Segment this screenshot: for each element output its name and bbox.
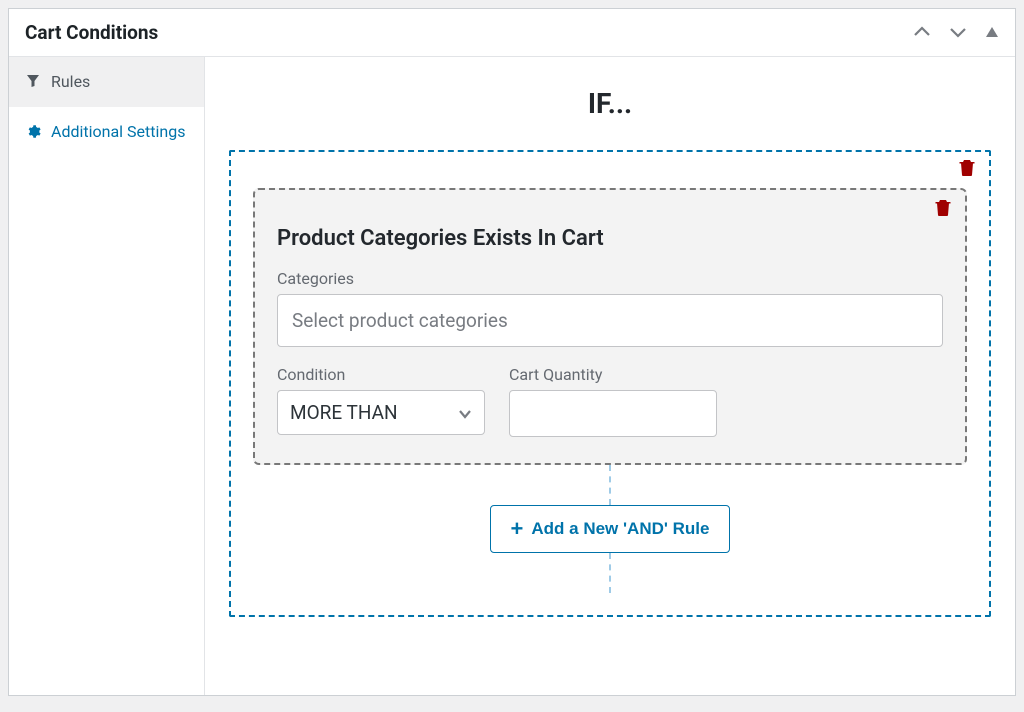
categories-select[interactable]: Select product categories <box>277 294 943 347</box>
plus-icon: + <box>511 518 524 540</box>
condition-label: Condition <box>277 365 485 384</box>
condition-select[interactable]: MORE THAN <box>277 390 485 435</box>
add-and-rule-button[interactable]: + Add a New 'AND' Rule <box>490 505 731 553</box>
add-button-label: Add a New 'AND' Rule <box>531 519 709 539</box>
main-content: IF... Product Categories Exists In Cart … <box>205 57 1015 695</box>
quantity-input[interactable] <box>509 390 717 437</box>
move-down-icon[interactable] <box>949 23 967 42</box>
categories-label: Categories <box>277 269 943 288</box>
move-up-icon[interactable] <box>913 23 931 42</box>
panel-title: Cart Conditions <box>25 21 158 44</box>
connector-line <box>609 465 611 505</box>
chevron-down-icon <box>458 401 472 424</box>
cart-conditions-panel: Cart Conditions Rules <box>8 8 1016 696</box>
quantity-label: Cart Quantity <box>509 365 717 384</box>
sidebar-item-label: Additional Settings <box>51 121 185 143</box>
delete-rule-button[interactable] <box>935 198 951 220</box>
rule-card: Product Categories Exists In Cart Catego… <box>253 188 967 465</box>
condition-row: Condition MORE THAN Cart Quantity <box>277 365 943 437</box>
sidebar: Rules Additional Settings <box>9 57 205 695</box>
filter-icon <box>25 73 41 89</box>
panel-controls <box>913 23 999 42</box>
sidebar-item-additional-settings[interactable]: Additional Settings <box>9 107 204 157</box>
gear-icon <box>25 123 41 139</box>
panel-body: Rules Additional Settings IF... <box>9 57 1015 695</box>
rule-group: Product Categories Exists In Cart Catego… <box>229 150 991 617</box>
rule-title: Product Categories Exists In Cart <box>277 226 943 251</box>
delete-group-button[interactable] <box>959 158 975 180</box>
collapse-icon[interactable] <box>985 23 999 42</box>
connector-line <box>609 553 611 593</box>
sidebar-item-label: Rules <box>51 71 90 93</box>
sidebar-item-rules[interactable]: Rules <box>9 57 204 107</box>
panel-header: Cart Conditions <box>9 9 1015 57</box>
condition-value: MORE THAN <box>290 401 398 424</box>
rules-heading: IF... <box>229 87 991 120</box>
